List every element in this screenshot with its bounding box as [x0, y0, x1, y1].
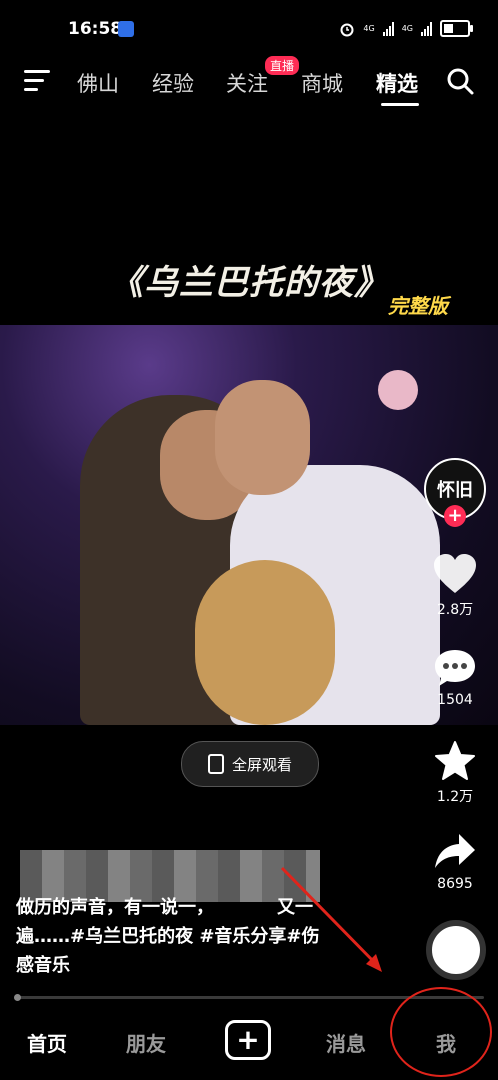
music-disc-icon[interactable] [426, 920, 486, 980]
singer-right-head [215, 380, 310, 495]
status-time: 16:58 [68, 19, 123, 39]
follow-button[interactable]: + [444, 505, 466, 527]
network-type-1: 4G [363, 24, 375, 33]
alarm-icon [340, 23, 354, 36]
guitar [195, 560, 335, 725]
nav-friends[interactable]: 朋友 [126, 1028, 166, 1057]
annotation-circle [390, 987, 492, 1077]
active-tab-indicator [381, 103, 419, 106]
like-count: 2.8万 [436, 602, 474, 618]
tab-experience[interactable]: 经验 [152, 68, 194, 98]
menu-icon[interactable] [24, 70, 52, 92]
plus-icon: + [236, 1023, 260, 1056]
flower-decoration [378, 370, 418, 410]
rotate-screen-icon [207, 754, 224, 774]
favorite-button[interactable]: 1.2万 [425, 740, 485, 806]
status-indicators: 4G 4G [339, 20, 473, 37]
nav-messages[interactable]: 消息 [326, 1028, 366, 1057]
tab-foshan[interactable]: 佛山 [77, 68, 119, 98]
video-frame[interactable] [0, 325, 498, 725]
favorite-count: 1.2万 [436, 789, 474, 805]
signal-icon-1 [382, 21, 394, 36]
tab-featured[interactable]: 精选 [376, 68, 418, 98]
comment-button[interactable]: 1504 [425, 648, 485, 708]
video-progress-knob[interactable] [14, 994, 21, 1001]
share-count: 8695 [437, 876, 473, 892]
star-icon [435, 741, 475, 780]
nav-home[interactable]: 首页 [27, 1028, 67, 1057]
video-subtitle: 完整版 [388, 294, 448, 318]
fullscreen-label: 全屏观看 [231, 755, 292, 774]
search-icon[interactable] [445, 66, 475, 96]
share-arrow-icon [435, 834, 475, 868]
like-button[interactable]: 2.8万 [425, 553, 485, 619]
fullscreen-button[interactable]: 全屏观看 [181, 741, 319, 787]
heart-icon [434, 554, 476, 593]
author-avatar-text: 怀旧 [437, 480, 473, 501]
add-video-button[interactable]: + [225, 1020, 271, 1060]
tab-following[interactable]: 关注 [226, 68, 268, 98]
signal-icon-2 [421, 21, 432, 36]
live-badge: 直播 [265, 56, 300, 75]
comment-icon [435, 650, 475, 686]
share-button[interactable]: 8695 [425, 832, 485, 892]
comment-count: 1504 [437, 692, 473, 708]
network-type-2: 4G [401, 24, 413, 33]
app-notification-icon [118, 21, 134, 37]
tab-mall[interactable]: 商城 [301, 68, 343, 98]
battery-icon [440, 20, 473, 37]
annotation-arrow-icon [280, 866, 382, 972]
